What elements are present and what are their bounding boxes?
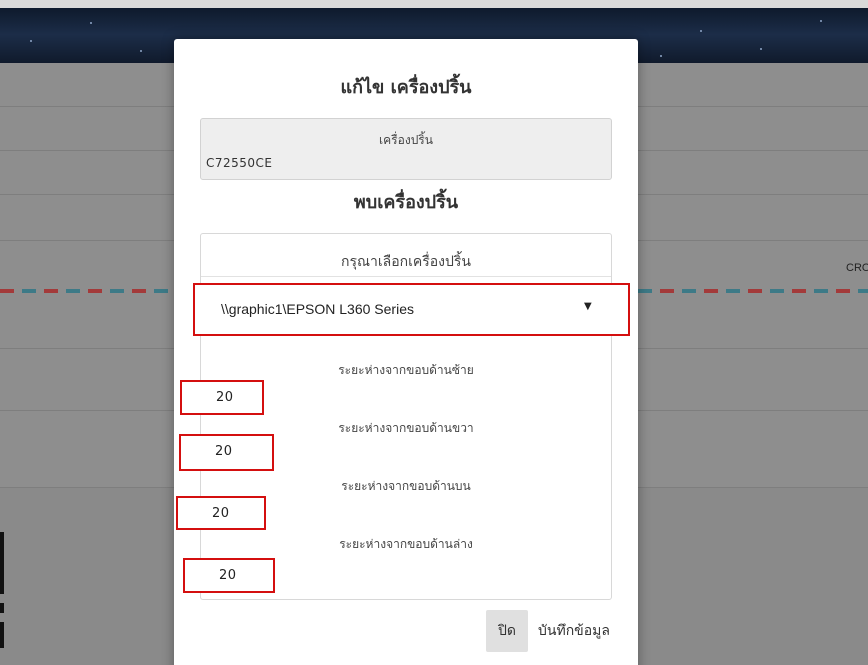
modal-title: แก้ไข เครื่องปริ้น	[340, 77, 472, 98]
margin-bottom-label: ระยะห่างจากขอบด้านล่าง	[339, 537, 473, 551]
select-printer-heading: กรุณาเลือกเครื่องปริ้น	[341, 254, 471, 270]
found-printer-title: พบเครื่องปริ้น	[353, 192, 459, 213]
divider	[201, 276, 611, 277]
margin-bottom-input[interactable]: 20	[183, 558, 275, 593]
background-dark-block	[0, 622, 4, 648]
background-dark-block	[0, 603, 4, 613]
margin-left-input[interactable]: 20	[180, 380, 264, 415]
current-printer-value: C72550CE	[206, 156, 273, 170]
current-printer-box: เครื่องปริ้น C72550CE	[200, 118, 612, 180]
chevron-down-icon: ▼	[584, 301, 592, 312]
current-printer-label: เครื่องปริ้น	[379, 133, 433, 147]
margin-left-label: ระยะห่างจากขอบด้านซ้าย	[338, 363, 474, 377]
margin-top-input[interactable]: 20	[176, 496, 266, 530]
close-button[interactable]: ปิด	[486, 610, 528, 652]
margin-right-input[interactable]: 20	[179, 434, 274, 471]
background-dark-block	[0, 532, 4, 594]
printer-dropdown[interactable]: \\graphic1\EPSON L360 Series ▼	[193, 283, 630, 336]
background-cropped-text: CRO	[846, 262, 868, 274]
background-topbar	[0, 0, 868, 8]
printer-dropdown-value: \\graphic1\EPSON L360 Series	[221, 301, 414, 317]
margin-top-label: ระยะห่างจากขอบด้านบน	[341, 479, 471, 493]
save-button[interactable]: บันทึกข้อมูล	[534, 610, 614, 652]
